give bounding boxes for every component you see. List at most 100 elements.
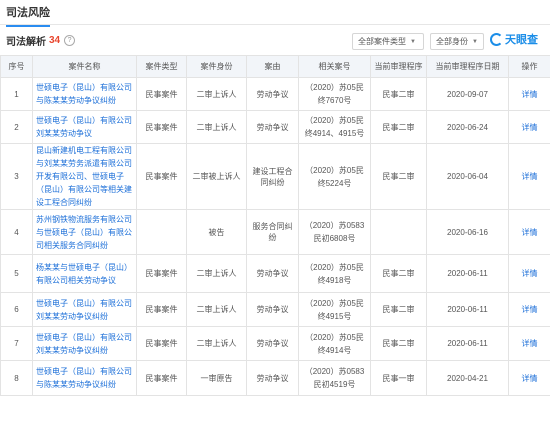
table-row: 4 苏州钢铁物流服务有限公司与世硕电子（昆山）有限公司相关服务合同纠纷 被告 服… bbox=[0, 209, 550, 255]
col-header-role: 案件身份 bbox=[186, 55, 247, 78]
row-index: 3 bbox=[0, 143, 33, 210]
detail-link[interactable]: 详情 bbox=[522, 305, 538, 314]
case-cause: 劳动争议 bbox=[246, 110, 299, 144]
detail-link[interactable]: 详情 bbox=[522, 172, 538, 181]
table-row: 7 世硕电子（昆山）有限公司刘某某劳动争议纠纷 民事案件 二审上诉人 劳动争议 … bbox=[0, 326, 550, 361]
col-header-action: 操作 bbox=[508, 55, 550, 78]
case-date: 2020-06-11 bbox=[426, 326, 509, 361]
case-number: （2020）苏05民终4914、4915号 bbox=[298, 110, 371, 144]
case-date: 2020-06-16 bbox=[426, 209, 509, 255]
case-name-link[interactable]: 苏州钢铁物流服务有限公司与世硕电子（昆山）有限公司相关服务合同纠纷 bbox=[32, 209, 137, 255]
detail-link[interactable]: 详情 bbox=[522, 339, 538, 348]
case-date: 2020-04-21 bbox=[426, 360, 509, 396]
case-role: 二审上诉人 bbox=[186, 326, 247, 361]
case-name-link[interactable]: 世硕电子（昆山）有限公司刘某某劳动争议 bbox=[32, 110, 137, 144]
case-type: 民事案件 bbox=[136, 110, 187, 144]
case-stage: 民事二审 bbox=[370, 143, 427, 210]
case-cause: 劳动争议 bbox=[246, 77, 299, 111]
detail-link[interactable]: 详情 bbox=[522, 228, 538, 237]
row-index: 2 bbox=[0, 110, 33, 144]
detail-link[interactable]: 详情 bbox=[522, 269, 538, 278]
case-role: 一审原告 bbox=[186, 360, 247, 396]
sub-title: 司法解析 bbox=[6, 36, 46, 48]
case-type: 民事案件 bbox=[136, 254, 187, 293]
case-role: 二审上诉人 bbox=[186, 110, 247, 144]
case-type-filter-label: 全部案件类型 bbox=[358, 37, 406, 46]
col-header-type: 案件类型 bbox=[136, 55, 187, 78]
case-stage: 民事二审 bbox=[370, 110, 427, 144]
chevron-down-icon: ▼ bbox=[410, 38, 416, 45]
section-header: 司法风险 bbox=[0, 0, 550, 27]
detail-link[interactable]: 详情 bbox=[522, 374, 538, 383]
toolbar: 司法解析 34 ? 全部案件类型 ▼ 全部身份 ▼ 天眼查 bbox=[0, 25, 550, 55]
case-date: 2020-06-04 bbox=[426, 143, 509, 210]
case-name-link[interactable]: 杨某某与世硕电子（昆山）有限公司相关劳动争议 bbox=[32, 254, 137, 293]
case-cause: 劳动争议 bbox=[246, 292, 299, 327]
case-number: （2020）苏0583民初4519号 bbox=[298, 360, 371, 396]
table-row: 2 世硕电子（昆山）有限公司刘某某劳动争议 民事案件 二审上诉人 劳动争议 （2… bbox=[0, 110, 550, 144]
case-type bbox=[136, 209, 187, 255]
case-type: 民事案件 bbox=[136, 326, 187, 361]
case-date: 2020-06-11 bbox=[426, 292, 509, 327]
col-header-date: 当前审理程序日期 bbox=[426, 55, 509, 78]
case-stage: 民事一审 bbox=[370, 360, 427, 396]
case-date: 2020-06-24 bbox=[426, 110, 509, 144]
row-index: 7 bbox=[0, 326, 33, 361]
case-stage: 民事二审 bbox=[370, 254, 427, 293]
case-role: 被告 bbox=[186, 209, 247, 255]
col-header-name: 案件名称 bbox=[32, 55, 137, 78]
chevron-down-icon: ▼ bbox=[472, 38, 478, 45]
case-name-link[interactable]: 昆山新建机电工程有限公司与刘某某劳务派遣有限公司开发有限公司、世硕电子（昆山）有… bbox=[32, 143, 137, 210]
tianyancha-logo: 天眼查 bbox=[490, 31, 538, 47]
col-header-case-no: 相关案号 bbox=[298, 55, 371, 78]
case-role: 二审上诉人 bbox=[186, 77, 247, 111]
section-title: 司法风险 bbox=[6, 0, 50, 27]
case-number: （2020）苏05民终4915号 bbox=[298, 292, 371, 327]
row-index: 6 bbox=[0, 292, 33, 327]
row-index: 1 bbox=[0, 77, 33, 111]
help-icon[interactable]: ? bbox=[64, 34, 76, 46]
case-number: （2020）苏0583民初6808号 bbox=[298, 209, 371, 255]
case-type: 民事案件 bbox=[136, 292, 187, 327]
case-number: （2020）苏05民终7670号 bbox=[298, 77, 371, 111]
row-index: 4 bbox=[0, 209, 33, 255]
case-role: 二审被上诉人 bbox=[186, 143, 247, 210]
table-row: 5 杨某某与世硕电子（昆山）有限公司相关劳动争议 民事案件 二审上诉人 劳动争议… bbox=[0, 254, 550, 293]
table-header-row: 序号 案件名称 案件类型 案件身份 案由 相关案号 当前审理程序 当前审理程序日… bbox=[0, 55, 550, 78]
case-number: （2020）苏05民终5224号 bbox=[298, 143, 371, 210]
case-type: 民事案件 bbox=[136, 143, 187, 210]
detail-link[interactable]: 详情 bbox=[522, 123, 538, 132]
table-row: 8 世硕电子（昆山）有限公司与陈某某劳动争议纠纷 民事案件 一审原告 劳动争议 … bbox=[0, 360, 550, 396]
case-cause: 劳动争议 bbox=[246, 360, 299, 396]
case-role: 二审上诉人 bbox=[186, 254, 247, 293]
logo-text: 天眼查 bbox=[505, 34, 538, 46]
logo-mark-icon bbox=[490, 32, 503, 46]
case-name-link[interactable]: 世硕电子（昆山）有限公司刘某某劳动争议纠纷 bbox=[32, 292, 137, 327]
case-stage: 民事二审 bbox=[370, 292, 427, 327]
case-type-filter[interactable]: 全部案件类型 ▼ bbox=[352, 33, 424, 50]
case-name-link[interactable]: 世硕电子（昆山）有限公司与陈某某劳动争议纠纷 bbox=[32, 360, 137, 396]
case-cause: 劳动争议 bbox=[246, 326, 299, 361]
col-header-stage: 当前审理程序 bbox=[370, 55, 427, 78]
case-name-link[interactable]: 世硕电子（昆山）有限公司刘某某劳动争议纠纷 bbox=[32, 326, 137, 361]
case-stage: 民事二审 bbox=[370, 326, 427, 361]
case-number: （2020）苏05民终4914号 bbox=[298, 326, 371, 361]
case-date: 2020-09-07 bbox=[426, 77, 509, 111]
case-name-link[interactable]: 世硕电子（昆山）有限公司与陈某某劳动争议纠纷 bbox=[32, 77, 137, 111]
col-header-index: 序号 bbox=[0, 55, 33, 78]
role-filter-label: 全部身份 bbox=[436, 37, 468, 46]
table-row: 1 世硕电子（昆山）有限公司与陈某某劳动争议纠纷 民事案件 二审上诉人 劳动争议… bbox=[0, 77, 550, 111]
case-date: 2020-06-11 bbox=[426, 254, 509, 293]
case-role: 二审上诉人 bbox=[186, 292, 247, 327]
case-count: 34 bbox=[49, 34, 61, 46]
row-index: 5 bbox=[0, 254, 33, 293]
case-cause: 建设工程合同纠纷 bbox=[246, 143, 299, 210]
table-row: 3 昆山新建机电工程有限公司与刘某某劳务派遣有限公司开发有限公司、世硕电子（昆山… bbox=[0, 143, 550, 210]
case-cause: 劳动争议 bbox=[246, 254, 299, 293]
case-stage bbox=[370, 209, 427, 255]
case-number: （2020）苏05民终4918号 bbox=[298, 254, 371, 293]
detail-link[interactable]: 详情 bbox=[522, 90, 538, 99]
case-type: 民事案件 bbox=[136, 360, 187, 396]
case-cause: 服务合同纠纷 bbox=[246, 209, 299, 255]
role-filter[interactable]: 全部身份 ▼ bbox=[430, 33, 484, 50]
